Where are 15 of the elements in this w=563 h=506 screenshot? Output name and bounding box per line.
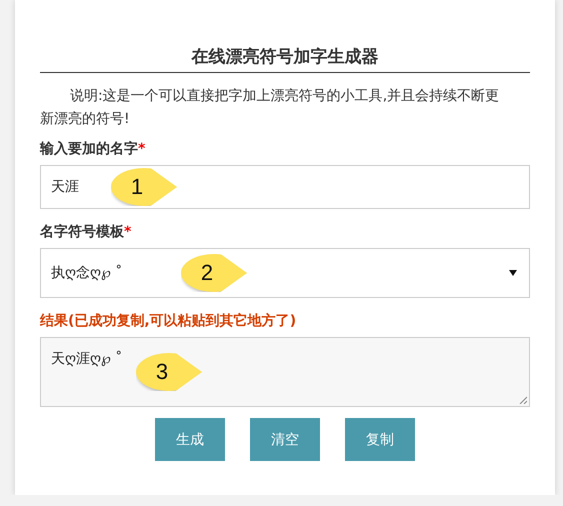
required-mark: *: [138, 141, 146, 157]
field-label: 结果(已成功复制,可以粘贴到其它地方了): [40, 312, 298, 330]
description: 说明:这是一个可以直接把字加上漂亮符号的小工具,并且会持续不断更新漂亮的符号!: [40, 87, 500, 129]
callout-marker: 3: [136, 353, 202, 391]
name-input[interactable]: 天涯 1: [40, 165, 530, 209]
field-label: 输入要加的名字*: [40, 140, 146, 158]
field-label: 名字符号模板*: [40, 223, 132, 241]
page-title: 在线漂亮符号加字生成器: [40, 45, 530, 73]
result-textarea[interactable]: 天ღ涯ღ℘ ˚ 3: [40, 337, 530, 407]
template-select[interactable]: 执ღ念ღ℘ ˚ 2: [40, 248, 530, 298]
required-mark: *: [124, 224, 132, 240]
dropdown-caret-icon: [509, 270, 517, 276]
resize-grip-icon: [519, 396, 527, 404]
callout-marker: 1: [111, 168, 177, 206]
callout-marker: 2: [181, 254, 247, 292]
